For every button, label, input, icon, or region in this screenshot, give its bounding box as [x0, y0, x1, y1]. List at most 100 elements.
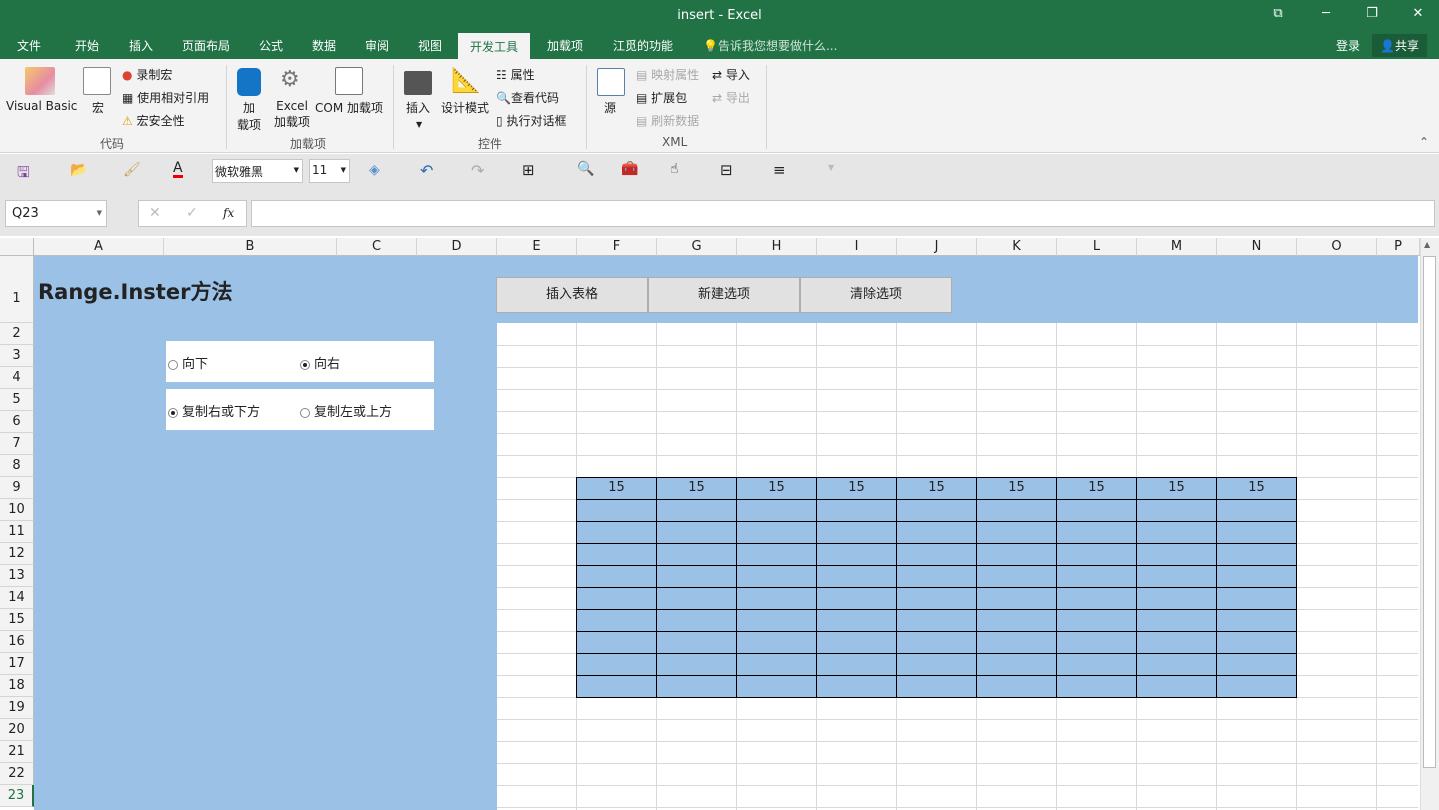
- table-cell[interactable]: [1056, 653, 1137, 676]
- name-box[interactable]: Q23 ▼: [5, 200, 107, 227]
- tab-developer[interactable]: 开发工具: [458, 33, 531, 59]
- table-cell[interactable]: [1216, 521, 1297, 544]
- macro-security-button[interactable]: ⚠ 宏安全性: [122, 112, 185, 129]
- insert-controls-button[interactable]: 插入 ▼: [406, 99, 430, 130]
- radio-option[interactable]: 复制右或下方: [168, 401, 260, 420]
- table-cell[interactable]: [1216, 565, 1297, 588]
- macros-button[interactable]: 宏: [92, 99, 104, 116]
- column-header[interactable]: F: [577, 238, 657, 256]
- table-cell[interactable]: [576, 543, 657, 566]
- table-cell[interactable]: [1216, 609, 1297, 632]
- table-cell[interactable]: [736, 631, 817, 654]
- table-cell[interactable]: [656, 543, 737, 566]
- radio-option[interactable]: 复制左或上方: [300, 401, 392, 420]
- fill-color-icon[interactable]: ◈: [369, 162, 380, 178]
- table-cell[interactable]: [1136, 609, 1217, 632]
- table-cell[interactable]: [976, 499, 1057, 522]
- row-header[interactable]: 14: [0, 587, 34, 609]
- column-header[interactable]: O: [1297, 238, 1377, 256]
- row-header[interactable]: 16: [0, 631, 34, 653]
- table-cell[interactable]: [576, 609, 657, 632]
- ribbon-display-icon[interactable]: ⧉: [1268, 6, 1288, 21]
- table-header-cell[interactable]: 15: [736, 477, 817, 500]
- table-cell[interactable]: [576, 653, 657, 676]
- table-header-cell[interactable]: 15: [976, 477, 1057, 500]
- row-header[interactable]: 20: [0, 719, 34, 741]
- tab-view[interactable]: 视图: [418, 37, 442, 54]
- row-header[interactable]: 18: [0, 675, 34, 697]
- column-header[interactable]: B: [164, 238, 337, 256]
- collapse-ribbon-icon[interactable]: ⌃: [1419, 135, 1429, 149]
- align-center-icon[interactable]: ≡: [773, 161, 786, 179]
- row-header[interactable]: 19: [0, 697, 34, 719]
- row-header[interactable]: 1: [0, 256, 34, 323]
- tab-review[interactable]: 审阅: [365, 37, 389, 54]
- table-cell[interactable]: [816, 675, 897, 698]
- table-header-cell[interactable]: 15: [816, 477, 897, 500]
- column-header[interactable]: P: [1377, 238, 1420, 256]
- table-cell[interactable]: [816, 565, 897, 588]
- table-cell[interactable]: [1136, 543, 1217, 566]
- table-cell[interactable]: [896, 631, 977, 654]
- insert-table-button[interactable]: 插入表格: [496, 277, 648, 313]
- table-cell[interactable]: [816, 521, 897, 544]
- table-cell[interactable]: [1216, 587, 1297, 610]
- column-header[interactable]: H: [737, 238, 817, 256]
- table-cell[interactable]: [976, 675, 1057, 698]
- tab-page-layout[interactable]: 页面布局: [182, 37, 230, 54]
- enter-icon[interactable]: ✓: [186, 205, 198, 221]
- scroll-up-icon[interactable]: ▲: [1424, 240, 1430, 249]
- row-header[interactable]: 7: [0, 433, 34, 455]
- row-header[interactable]: 15: [0, 609, 34, 631]
- column-header[interactable]: I: [817, 238, 897, 256]
- map-properties-button[interactable]: ▤ 映射属性: [636, 66, 699, 83]
- table-cell[interactable]: [1216, 631, 1297, 654]
- table-cell[interactable]: [656, 587, 737, 610]
- table-cell[interactable]: [736, 565, 817, 588]
- toolbox-icon[interactable]: 🧰: [621, 161, 638, 177]
- table-cell[interactable]: [1136, 499, 1217, 522]
- column-header[interactable]: N: [1217, 238, 1297, 256]
- close-button[interactable]: ✕: [1408, 6, 1428, 21]
- radio-option[interactable]: 向右: [300, 353, 340, 372]
- column-width-icon[interactable]: ⊟: [720, 161, 733, 179]
- font-color-icon[interactable]: A: [173, 161, 183, 178]
- table-cell[interactable]: [1056, 521, 1137, 544]
- share-button[interactable]: 👤共享: [1372, 34, 1427, 57]
- row-header[interactable]: 13: [0, 565, 34, 587]
- table-cell[interactable]: [976, 543, 1057, 566]
- select-all-button[interactable]: [0, 238, 34, 256]
- row-header[interactable]: 9: [0, 477, 34, 499]
- restore-button[interactable]: ❐: [1362, 6, 1382, 21]
- table-cell[interactable]: [816, 631, 897, 654]
- xml-source-button[interactable]: 源: [604, 99, 616, 116]
- column-header[interactable]: M: [1137, 238, 1217, 256]
- table-cell[interactable]: [1056, 609, 1137, 632]
- table-header-cell[interactable]: 15: [1216, 477, 1297, 500]
- column-header[interactable]: D: [417, 238, 497, 256]
- table-cell[interactable]: [976, 609, 1057, 632]
- table-cell[interactable]: [736, 521, 817, 544]
- table-cell[interactable]: [816, 609, 897, 632]
- table-header-cell[interactable]: 15: [1056, 477, 1137, 500]
- row-header[interactable]: 5: [0, 389, 34, 411]
- table-cell[interactable]: [656, 521, 737, 544]
- tab-formulas[interactable]: 公式: [259, 37, 283, 54]
- excel-addins-button[interactable]: Excel 加载项: [274, 99, 310, 130]
- run-dialog-button[interactable]: ▯ 执行对话框: [496, 112, 566, 129]
- visual-basic-button[interactable]: Visual Basic: [6, 99, 77, 113]
- tab-insert[interactable]: 插入: [129, 37, 153, 54]
- login-link[interactable]: 登录: [1336, 37, 1360, 54]
- row-header[interactable]: 12: [0, 543, 34, 565]
- table-cell[interactable]: [1136, 653, 1217, 676]
- radio-button[interactable]: [300, 359, 310, 370]
- row-header[interactable]: 6: [0, 411, 34, 433]
- row-header[interactable]: 4: [0, 367, 34, 389]
- table-cell[interactable]: [1216, 653, 1297, 676]
- table-cell[interactable]: [816, 587, 897, 610]
- row-header[interactable]: 17: [0, 653, 34, 675]
- insert-function-icon[interactable]: fx: [223, 206, 234, 220]
- view-code-button[interactable]: 🔍查看代码: [496, 89, 559, 106]
- table-cell[interactable]: [736, 653, 817, 676]
- table-cell[interactable]: [896, 565, 977, 588]
